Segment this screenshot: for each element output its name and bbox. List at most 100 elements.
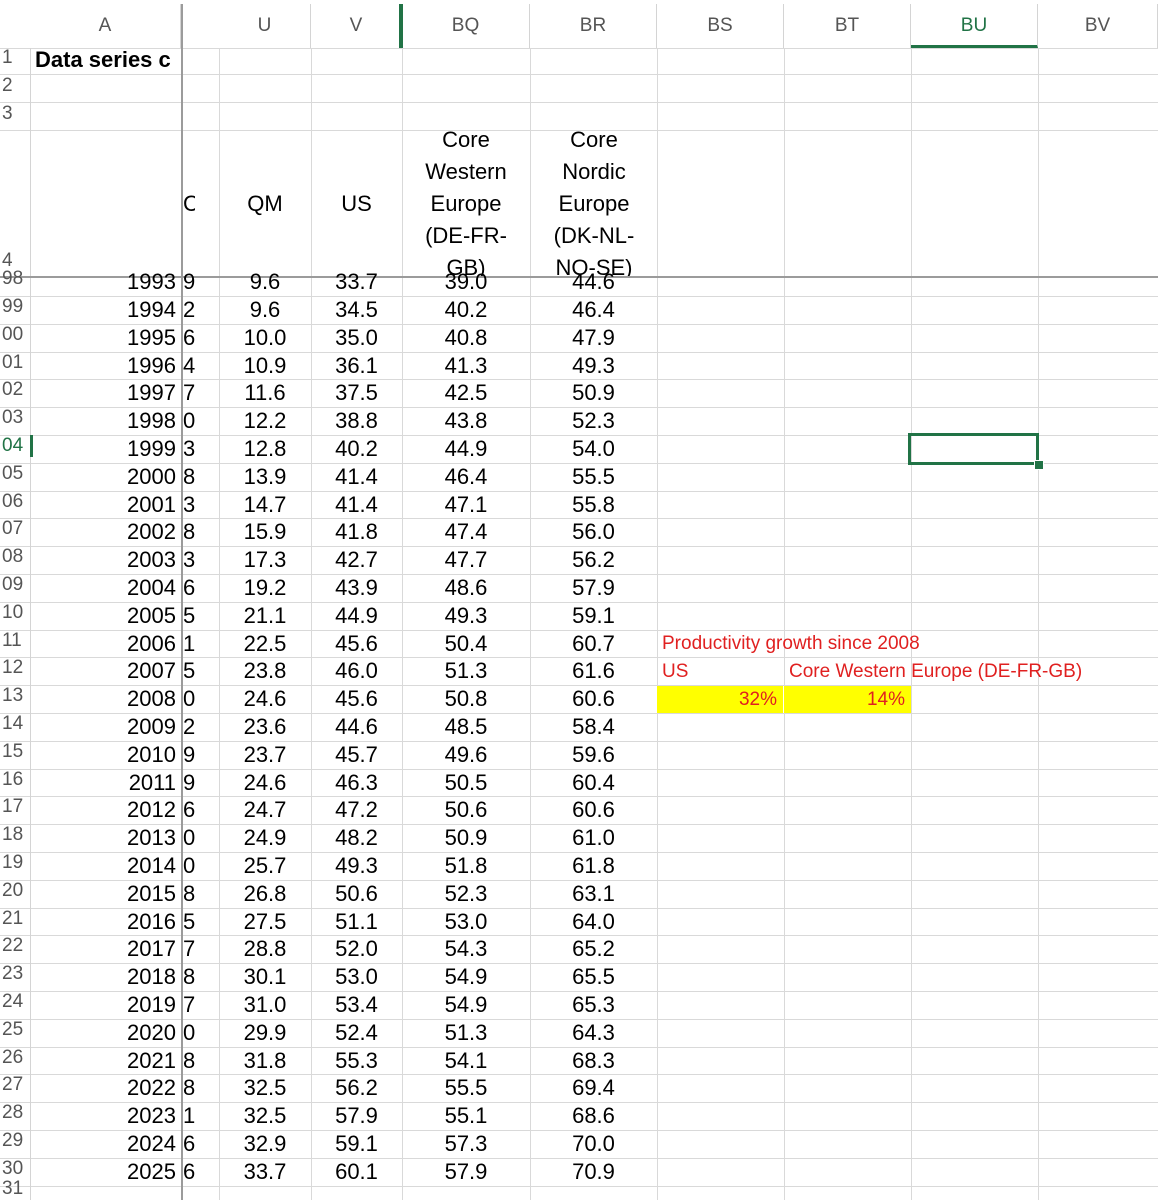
row-number[interactable]: 05 — [0, 463, 30, 485]
core-western-europe-cell[interactable]: 54.1 — [402, 1047, 530, 1074]
column-resize-marker[interactable] — [399, 4, 403, 48]
us-cell[interactable]: 37.5 — [311, 379, 402, 406]
qm-cell[interactable]: 32.5 — [219, 1074, 311, 1101]
us-cell[interactable]: 41.4 — [311, 491, 402, 518]
qm-cell[interactable]: 28.8 — [219, 935, 311, 962]
column-header-u[interactable]: U — [219, 4, 311, 48]
core-nordic-europe-cell[interactable]: 54.0 — [530, 435, 657, 462]
partial-column-cell[interactable]: 0 — [183, 824, 203, 851]
core-western-europe-cell[interactable]: 47.4 — [402, 518, 530, 545]
year-cell[interactable]: 1998 — [30, 407, 176, 434]
core-western-europe-cell[interactable]: 40.8 — [402, 324, 530, 351]
partial-column-cell[interactable]: 6 — [183, 796, 203, 823]
core-nordic-europe-cell[interactable]: 64.0 — [530, 908, 657, 935]
qm-cell[interactable]: 9.6 — [219, 268, 311, 295]
core-nordic-europe-cell[interactable]: 56.2 — [530, 546, 657, 573]
core-nordic-europe-cell[interactable]: 61.8 — [530, 852, 657, 879]
partial-column-cell[interactable]: 0 — [183, 685, 203, 712]
row-number[interactable]: 3 — [0, 103, 32, 125]
us-cell[interactable]: 40.2 — [311, 435, 402, 462]
core-western-europe-cell[interactable]: 50.6 — [402, 796, 530, 823]
core-nordic-europe-cell[interactable]: 46.4 — [530, 296, 657, 323]
core-nordic-europe-cell[interactable]: 59.1 — [530, 602, 657, 629]
qm-cell[interactable]: 24.6 — [219, 769, 311, 796]
us-cell[interactable]: 45.7 — [311, 741, 402, 768]
core-western-europe-cell[interactable]: 50.9 — [402, 824, 530, 851]
row-number[interactable]: 2 — [0, 75, 32, 97]
partial-column-cell[interactable]: 8 — [183, 963, 203, 990]
qm-cell[interactable]: 33.7 — [219, 1158, 311, 1185]
core-nordic-europe-cell[interactable]: 55.5 — [530, 463, 657, 490]
us-cell[interactable]: 35.0 — [311, 324, 402, 351]
core-western-europe-cell[interactable]: 39.0 — [402, 268, 530, 295]
year-cell[interactable]: 2014 — [30, 852, 176, 879]
partial-column-cell[interactable]: 7 — [183, 935, 203, 962]
spreadsheet[interactable]: A U V BQ BR BS BT BU BV Data series c C QM US Co… — [0, 0, 1158, 1200]
qm-cell[interactable]: 24.9 — [219, 824, 311, 851]
core-nordic-europe-cell[interactable]: 64.3 — [530, 1019, 657, 1046]
year-cell[interactable]: 2022 — [30, 1074, 176, 1101]
partial-column-cell[interactable]: 2 — [183, 713, 203, 740]
row-number[interactable]: 98 — [0, 268, 30, 290]
core-nordic-europe-cell[interactable]: 65.3 — [530, 991, 657, 1018]
partial-column-cell[interactable]: 3 — [183, 491, 203, 518]
partial-column-cell[interactable]: 9 — [183, 741, 203, 768]
row-number[interactable]: 14 — [0, 713, 30, 735]
qm-cell[interactable]: 24.6 — [219, 685, 311, 712]
core-western-europe-cell[interactable]: 50.4 — [402, 630, 530, 657]
core-nordic-europe-cell[interactable]: 61.0 — [530, 824, 657, 851]
us-cell[interactable]: 57.9 — [311, 1102, 402, 1129]
row-number[interactable]: 18 — [0, 824, 30, 846]
qm-cell[interactable]: 9.6 — [219, 296, 311, 323]
year-cell[interactable]: 1994 — [30, 296, 176, 323]
core-nordic-europe-cell[interactable]: 60.7 — [530, 630, 657, 657]
partial-column-cell[interactable]: 3 — [183, 546, 203, 573]
core-western-europe-cell[interactable]: 51.8 — [402, 852, 530, 879]
year-cell[interactable]: 2015 — [30, 880, 176, 907]
us-cell[interactable]: 47.2 — [311, 796, 402, 823]
column-header-bs[interactable]: BS — [657, 4, 784, 48]
qm-cell[interactable]: 27.5 — [219, 908, 311, 935]
year-cell[interactable]: 2012 — [30, 796, 176, 823]
us-cell[interactable]: 36.1 — [311, 352, 402, 379]
core-western-europe-cell[interactable]: 48.6 — [402, 574, 530, 601]
core-nordic-europe-cell[interactable]: 52.3 — [530, 407, 657, 434]
year-cell[interactable]: 2001 — [30, 491, 176, 518]
qm-cell[interactable]: 32.5 — [219, 1102, 311, 1129]
core-western-europe-cell[interactable]: 48.5 — [402, 713, 530, 740]
us-cell[interactable]: 41.4 — [311, 463, 402, 490]
core-western-europe-cell[interactable]: 51.3 — [402, 657, 530, 684]
partial-column-cell[interactable]: 1 — [183, 630, 203, 657]
us-cell[interactable]: 52.0 — [311, 935, 402, 962]
core-western-europe-cell[interactable]: 50.8 — [402, 685, 530, 712]
qm-cell[interactable]: 11.6 — [219, 379, 311, 406]
row-number[interactable]: 02 — [0, 379, 30, 401]
us-cell[interactable]: 53.4 — [311, 991, 402, 1018]
qm-cell[interactable]: 23.7 — [219, 741, 311, 768]
us-cell[interactable]: 50.6 — [311, 880, 402, 907]
row-number[interactable]: 1 — [0, 47, 32, 69]
year-cell[interactable]: 2002 — [30, 518, 176, 545]
year-cell[interactable]: 2017 — [30, 935, 176, 962]
row-number[interactable]: 06 — [0, 491, 30, 513]
core-nordic-europe-cell[interactable]: 44.6 — [530, 268, 657, 295]
partial-column-cell[interactable]: 0 — [183, 1019, 203, 1046]
row-number[interactable]: 04 — [0, 435, 33, 457]
row-number[interactable]: 11 — [0, 630, 30, 652]
annotation-title[interactable]: Productivity growth since 2008 — [662, 630, 920, 657]
us-cell[interactable]: 45.6 — [311, 685, 402, 712]
row-number[interactable]: 99 — [0, 296, 30, 318]
column-header-a[interactable]: A — [30, 4, 181, 48]
core-western-europe-cell[interactable]: 54.9 — [402, 963, 530, 990]
qm-cell[interactable]: 25.7 — [219, 852, 311, 879]
year-cell[interactable]: 2021 — [30, 1047, 176, 1074]
qm-cell[interactable]: 13.9 — [219, 463, 311, 490]
us-cell[interactable]: 46.0 — [311, 657, 402, 684]
qm-cell[interactable]: 31.8 — [219, 1047, 311, 1074]
qm-cell[interactable]: 23.8 — [219, 657, 311, 684]
partial-column-cell[interactable]: 8 — [183, 463, 203, 490]
qm-cell[interactable]: 21.1 — [219, 602, 311, 629]
core-western-europe-cell[interactable]: 44.9 — [402, 435, 530, 462]
partial-column-cell[interactable]: 8 — [183, 518, 203, 545]
year-cell[interactable]: 2020 — [30, 1019, 176, 1046]
